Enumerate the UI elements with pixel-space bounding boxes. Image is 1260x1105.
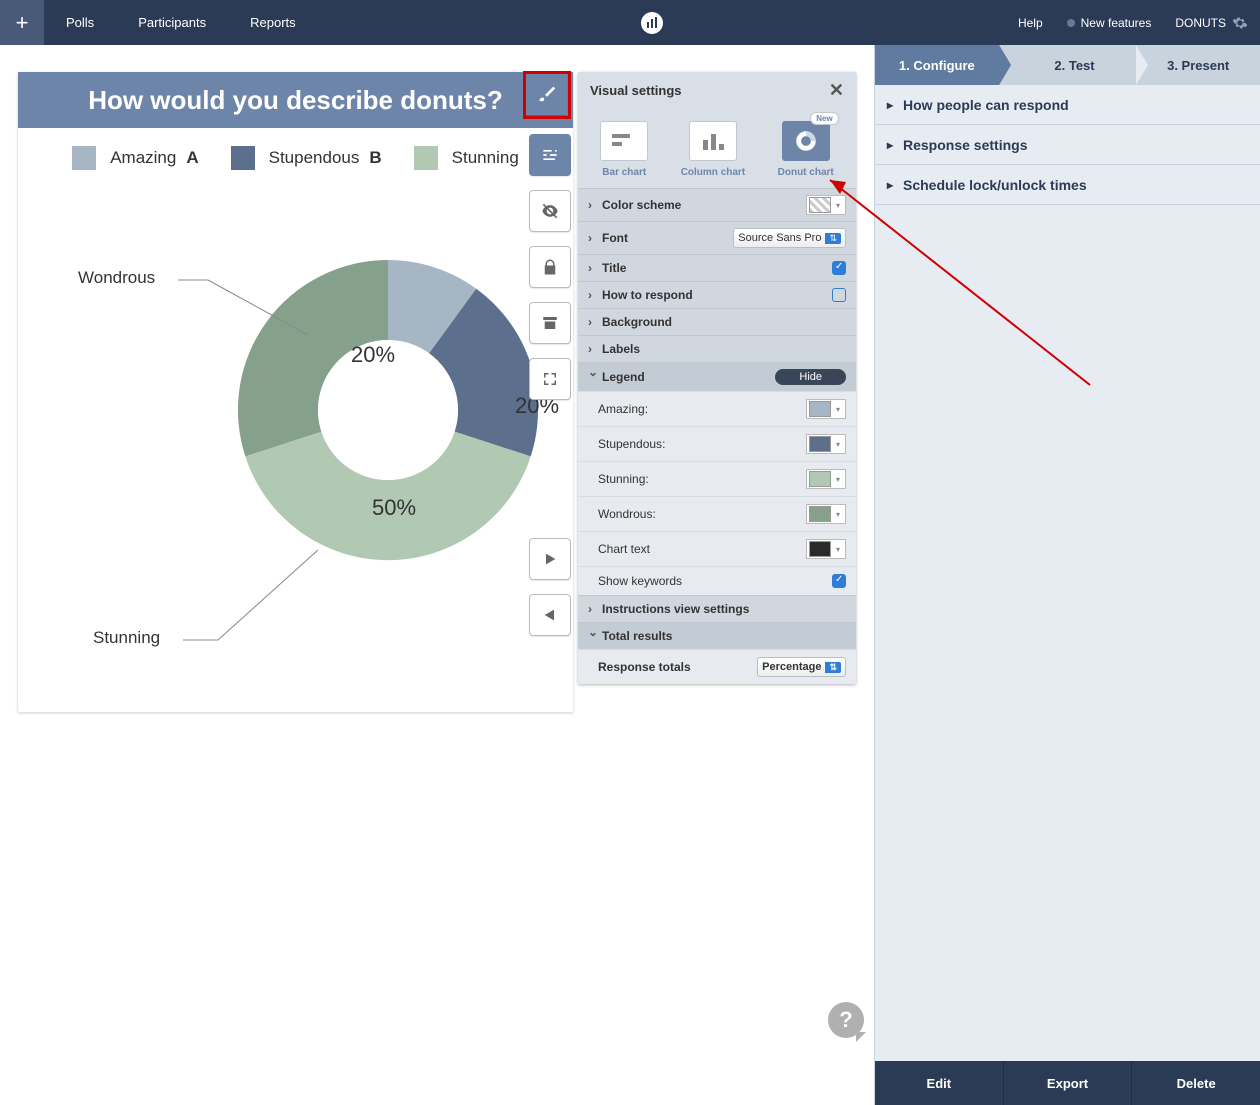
nav-help[interactable]: Help — [1006, 16, 1055, 30]
close-icon[interactable]: ✕ — [829, 80, 844, 101]
legend-item: Chart text▾ — [578, 531, 856, 566]
legend-swatch — [231, 146, 255, 170]
visual-settings-button[interactable] — [525, 73, 567, 115]
legend-label: Stunning — [452, 148, 519, 168]
lock-icon — [541, 258, 559, 276]
notification-dot-icon — [1067, 19, 1075, 27]
panel-title: Visual settings — [590, 83, 682, 98]
chart-title: How would you describe donuts? — [18, 72, 573, 128]
new-badge: New — [810, 112, 838, 125]
legend-hide-button[interactable]: Hide — [775, 369, 846, 385]
chevron-left-icon — [542, 607, 558, 623]
visual-settings-panel: Visual settings ✕ Bar chart Column chart… — [578, 72, 856, 684]
show-keywords-checkbox[interactable] — [832, 574, 846, 588]
chart-legend: Amazing A Stupendous B Stunning — [18, 128, 573, 180]
nav-account[interactable]: DONUTS — [1163, 15, 1260, 31]
step-tabs: 1. Configure 2. Test 3. Present — [875, 45, 1260, 85]
font-select[interactable]: Source Sans Pro⇅ — [733, 228, 846, 248]
legend-item: Stupendous:▾ — [578, 426, 856, 461]
settings-sliders-button[interactable] — [529, 134, 571, 176]
slice-label-stunning: Stunning — [93, 628, 160, 648]
hide-results-button[interactable] — [529, 190, 571, 232]
logo-icon[interactable] — [641, 12, 663, 34]
color-picker[interactable]: ▾ — [806, 399, 846, 419]
chart-area: Wondrous Stunning 20% 20% 50% — [18, 180, 573, 700]
legend-swatch — [72, 146, 96, 170]
prev-button[interactable] — [529, 594, 571, 636]
fullscreen-button[interactable] — [529, 358, 571, 400]
row-color-scheme[interactable]: Color scheme ▾ — [578, 188, 856, 221]
how-to-respond-checkbox[interactable] — [832, 288, 846, 302]
bottom-actions: Edit Export Delete — [875, 1061, 1260, 1105]
donut-chart-icon — [793, 128, 819, 154]
color-picker[interactable]: ▾ — [806, 469, 846, 489]
chart-card: How would you describe donuts? Amazing A… — [18, 72, 573, 712]
color-picker[interactable]: ▾ — [806, 434, 846, 454]
tab-configure[interactable]: 1. Configure — [875, 45, 999, 85]
row-total-results[interactable]: Total results — [578, 622, 856, 649]
row-font[interactable]: Font Source Sans Pro⇅ — [578, 221, 856, 254]
expand-icon — [541, 370, 559, 388]
paintbrush-icon — [535, 83, 557, 105]
legend-item: Amazing:▾ — [578, 391, 856, 426]
accordion-schedule[interactable]: Schedule lock/unlock times — [875, 165, 1260, 205]
legend-swatch — [414, 146, 438, 170]
row-how-to-respond[interactable]: How to respond — [578, 281, 856, 308]
add-button[interactable]: + — [0, 0, 44, 45]
play-button[interactable] — [529, 538, 571, 580]
nav-polls[interactable]: Polls — [44, 0, 116, 45]
response-totals-select[interactable]: Percentage⇅ — [757, 657, 846, 677]
color-picker[interactable]: ▾ — [806, 504, 846, 524]
title-checkbox[interactable] — [832, 261, 846, 275]
tab-present[interactable]: 3. Present — [1136, 45, 1260, 85]
slice-label-wondrous: Wondrous — [78, 268, 155, 288]
legend-item: Stunning:▾ — [578, 461, 856, 496]
pct-stunning: 50% — [372, 495, 416, 521]
delete-button[interactable]: Delete — [1132, 1061, 1260, 1105]
accordion-response-settings[interactable]: Response settings — [875, 125, 1260, 165]
nav-reports[interactable]: Reports — [228, 0, 318, 45]
right-sidebar: 1. Configure 2. Test 3. Present How peop… — [874, 45, 1260, 1105]
chart-type-column[interactable]: Column chart — [681, 121, 745, 178]
color-scheme-picker[interactable]: ▾ — [806, 195, 846, 215]
accordion-how-respond[interactable]: How people can respond — [875, 85, 1260, 125]
help-bubble-button[interactable]: ? — [828, 1002, 864, 1038]
archive-button[interactable] — [529, 302, 571, 344]
legend-config: Amazing:▾ Stupendous:▾ Stunning:▾ Wondro… — [578, 391, 856, 595]
archive-icon — [541, 314, 559, 332]
play-icon — [542, 551, 558, 567]
legend-label: Stupendous — [269, 148, 360, 168]
row-background[interactable]: Background — [578, 308, 856, 335]
chart-type-bar[interactable]: Bar chart — [600, 121, 648, 178]
chart-type-donut[interactable]: New Donut chart — [778, 121, 834, 178]
sliders-icon — [540, 145, 560, 165]
export-button[interactable]: Export — [1004, 1061, 1133, 1105]
lock-button[interactable] — [529, 246, 571, 288]
eye-off-icon — [540, 201, 560, 221]
row-response-totals: Response totals Percentage⇅ — [578, 649, 856, 684]
nav-participants[interactable]: Participants — [116, 0, 228, 45]
bar-chart-icon — [610, 130, 638, 152]
nav-new-features[interactable]: New features — [1055, 16, 1164, 30]
row-instructions[interactable]: Instructions view settings — [578, 595, 856, 622]
legend-keyword: B — [369, 148, 381, 168]
tab-test[interactable]: 2. Test — [999, 45, 1137, 85]
gear-icon — [1232, 15, 1248, 31]
navbar: + Polls Participants Reports Help New fe… — [0, 0, 1260, 45]
legend-keyword: A — [186, 148, 198, 168]
legend-label: Amazing — [110, 148, 176, 168]
edit-button[interactable]: Edit — [875, 1061, 1004, 1105]
row-labels[interactable]: Labels — [578, 335, 856, 362]
side-toolbar — [529, 134, 571, 636]
pct-wondrous: 20% — [351, 342, 395, 368]
color-picker[interactable]: ▾ — [806, 539, 846, 559]
row-title[interactable]: Title — [578, 254, 856, 281]
legend-item: Wondrous:▾ — [578, 496, 856, 531]
row-legend[interactable]: Legend Hide — [578, 362, 856, 391]
column-chart-icon — [699, 130, 727, 152]
legend-item: Show keywords — [578, 566, 856, 595]
